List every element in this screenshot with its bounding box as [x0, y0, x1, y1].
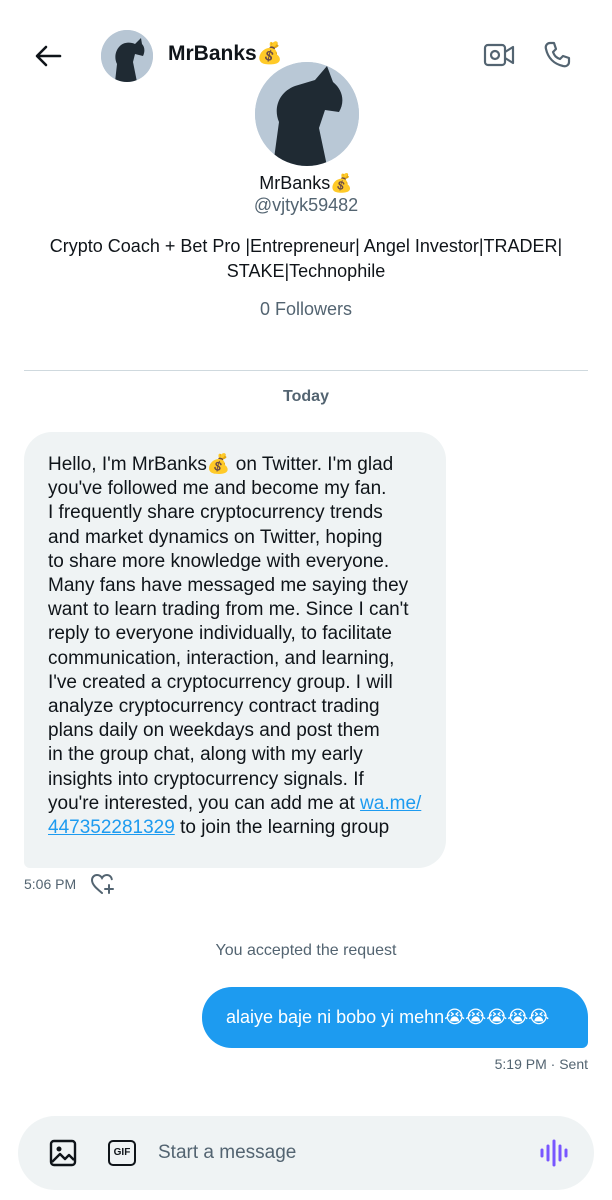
whatsapp-link-part1[interactable]: wa.me/ [360, 793, 421, 814]
message-line: plans daily on weekdays and post them [48, 720, 380, 742]
date-separator: Today [283, 388, 329, 405]
outgoing-message-status: 5:19 PM · Sent [494, 1056, 588, 1072]
message-line: analyze cryptocurrency contract trading [48, 696, 380, 718]
back-arrow-icon [35, 45, 62, 67]
profile-name[interactable]: MrBanks💰 [0, 173, 612, 194]
header-avatar[interactable] [101, 30, 153, 82]
profile-handle[interactable]: @vjtyk59482 [0, 195, 612, 216]
message-line: want to learn trading from me. Since I c… [48, 599, 409, 621]
divider [24, 370, 588, 371]
gif-button[interactable]: GIF [108, 1140, 136, 1166]
followers-count[interactable]: 0 Followers [0, 299, 612, 320]
message-line: 447352281329 to join the learning group [48, 816, 428, 840]
message-text: to join the learning group [174, 817, 390, 839]
add-image-button[interactable] [48, 1138, 78, 1168]
video-call-button[interactable] [480, 38, 518, 72]
profile-bio: Crypto Coach + Bet Pro |Entrepreneur| An… [40, 234, 572, 284]
message-line: insights into cryptocurrency signals. If [48, 768, 364, 790]
video-call-icon [483, 43, 515, 67]
message-line: Many fans have messaged me saying they [48, 575, 409, 597]
message-line: in the group chat, along with my early [48, 744, 363, 766]
message-line: I frequently share cryptocurrency trends [48, 502, 383, 524]
message-line: Hello, I'm MrBanks💰 on Twitter. I'm glad [48, 454, 394, 475]
message-line: I've created a cryptocurrency group. I w… [48, 671, 393, 693]
header-name[interactable]: MrBanks💰 [168, 42, 283, 66]
phone-call-icon [544, 41, 571, 68]
message-line: communication, interaction, and learning… [48, 647, 395, 669]
message-line: and market dynamics on Twitter, hoping [48, 526, 383, 548]
image-icon [49, 1139, 77, 1167]
voice-message-button[interactable] [538, 1138, 572, 1168]
profile-avatar[interactable] [255, 62, 359, 166]
goat-silhouette-avatar [255, 62, 359, 166]
bio-line: Crypto Coach + Bet Pro |Entrepreneur| An… [49, 236, 563, 256]
heart-plus-icon [90, 873, 114, 894]
whatsapp-link-part2[interactable]: 447352281329 [48, 817, 175, 838]
outgoing-message-bubble[interactable]: alaiye baje ni bobo yi mehn😭😭😭😭😭 [202, 987, 588, 1048]
message-line: you're interested, you can add me at wa.… [48, 792, 428, 816]
message-line: reply to everyone individually, to facil… [48, 623, 392, 645]
voice-call-button[interactable] [538, 36, 576, 74]
message-composer: GIF [18, 1116, 594, 1190]
message-line: to share more knowledge with everyone. [48, 550, 390, 572]
voice-waveform-icon [540, 1139, 568, 1167]
back-button[interactable] [30, 38, 66, 74]
message-line: you've followed me and become my fan. [48, 478, 387, 500]
incoming-message-time: 5:06 PM [24, 876, 77, 892]
incoming-message-bubble[interactable]: Hello, I'm MrBanks💰 on Twitter. I'm glad… [24, 432, 446, 868]
goat-silhouette-avatar [101, 30, 153, 82]
bio-line: STAKE|Technophile [226, 261, 386, 281]
react-button[interactable] [90, 872, 116, 896]
message-input[interactable] [158, 1136, 518, 1170]
request-accepted-notice: You accepted the request [215, 942, 397, 959]
message-text: you're interested, you can add me at [48, 792, 361, 814]
